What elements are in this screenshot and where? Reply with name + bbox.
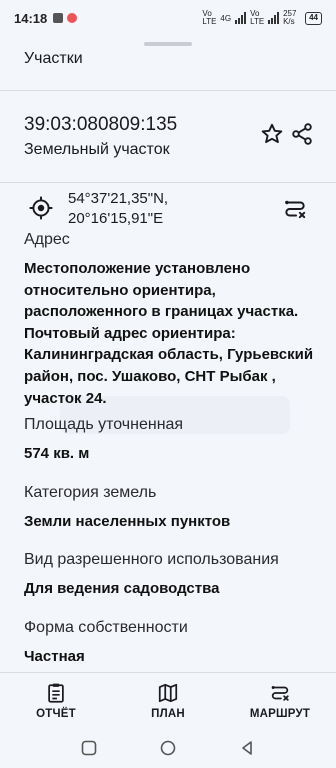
route-label: МАРШРУТ (249, 707, 311, 720)
area-label: Площадь уточненная (24, 416, 184, 433)
share-button[interactable] (288, 120, 316, 148)
land-category-label: Категория земель (24, 484, 157, 501)
sheet-drag-handle[interactable] (144, 42, 192, 46)
network-4g-label: 4G (220, 13, 232, 23)
land-category-value: Земли населенных пунктов (24, 513, 231, 530)
office-notification-icon (67, 13, 78, 23)
status-time: 14:18 (14, 10, 48, 26)
route-icon (285, 200, 306, 219)
plan-label: ПЛАН (151, 707, 185, 720)
status-right: Vo LTE 4G Vo LTE 257 K/s 44 (202, 10, 322, 26)
clipboard-icon (48, 683, 64, 703)
coordinates: 54°37'21,35"N, 20°16'15,91"E (68, 189, 168, 229)
notification-icons (53, 13, 78, 23)
permitted-use-value: Для ведения садоводства (24, 580, 220, 597)
bottom-action-bar: ОТЧЁТ ПЛАН МАРШРУТ (0, 672, 336, 728)
system-nav-bar (0, 728, 336, 768)
header-divider (0, 90, 336, 91)
report-label: ОТЧЁТ (36, 707, 76, 720)
permitted-use-label: Вид разрешенного использования (24, 551, 279, 568)
app-notification-icon (53, 13, 64, 23)
ownership-value: Частная (24, 648, 85, 665)
share-icon (292, 123, 312, 145)
area-value: 574 кв. м (24, 445, 90, 462)
favorite-button[interactable] (258, 120, 286, 148)
signal-icon-2 (268, 12, 280, 24)
status-bar: 14:18 Vo LTE 4G Vo LTE 257 K/s 44 (0, 0, 336, 36)
battery-indicator: 44 (305, 11, 322, 25)
star-icon (261, 123, 283, 144)
address-label: Адрес (24, 231, 70, 248)
page-title: Участки (24, 50, 83, 67)
route-bottom-button[interactable]: МАРШРУТ (224, 673, 336, 728)
volte-label-2: Vo LTE (250, 9, 265, 26)
plan-button[interactable]: ПЛАН (112, 673, 224, 728)
back-icon[interactable] (238, 739, 256, 757)
cadastral-number: 39:03:080809:135 (24, 114, 178, 135)
recents-icon[interactable] (80, 739, 98, 757)
home-icon[interactable] (159, 739, 177, 757)
network-speed: 257 K/s (283, 9, 297, 26)
report-button[interactable]: ОТЧЁТ (0, 673, 112, 728)
address-value: Местоположение установлено относительно … (24, 260, 314, 407)
crosshair-icon (29, 196, 53, 220)
route-icon (271, 685, 289, 701)
coordinates-lon: 20°16'15,91"E (68, 210, 164, 227)
route-button[interactable] (280, 194, 310, 224)
signal-icon-1 (235, 12, 247, 24)
map-icon (158, 683, 178, 702)
title-divider (0, 182, 336, 183)
volte-label-1: Vo LTE (202, 9, 217, 26)
locate-button[interactable] (26, 193, 56, 223)
coordinates-lat: 54°37'21,35"N, (68, 190, 169, 207)
parcel-type: Земельный участок (24, 141, 170, 158)
ownership-label: Форма собственности (24, 619, 188, 636)
